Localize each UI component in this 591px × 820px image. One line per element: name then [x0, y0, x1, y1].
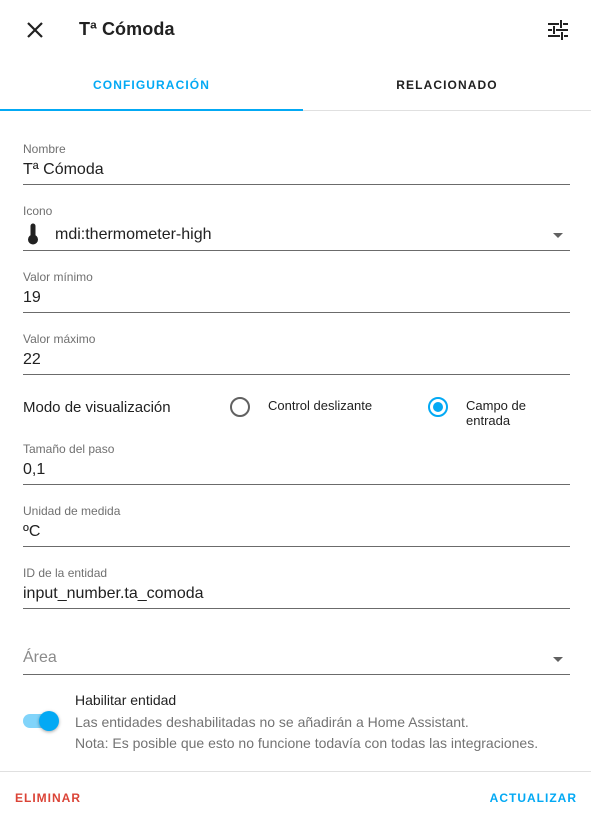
toggle-knob	[39, 711, 59, 731]
entity-id-label: ID de la entidad	[23, 566, 108, 580]
min-value-field[interactable]: Valor mínimo 19	[23, 268, 570, 313]
icon-value: mdi:thermometer-high	[55, 226, 212, 243]
dialog-header: Tª Cómoda	[0, 0, 591, 60]
area-placeholder: Área	[23, 649, 57, 666]
radio-input-field[interactable]	[428, 397, 448, 417]
unit-field[interactable]: Unidad de medida ºC	[23, 502, 570, 547]
unit-label: Unidad de medida	[23, 504, 121, 518]
name-label: Nombre	[23, 142, 66, 156]
step-size-label: Tamaño del paso	[23, 442, 115, 456]
name-value: Tª Cómoda	[23, 161, 104, 178]
dialog-footer: ELIMINAR ACTUALIZAR	[0, 771, 591, 820]
enable-description-line-1: Las entidades deshabilitadas no se añadi…	[75, 714, 469, 730]
display-mode-label: Modo de visualización	[23, 399, 171, 416]
unit-value: ºC	[23, 523, 41, 540]
step-size-value: 0,1	[23, 461, 46, 478]
radio-input-field-label[interactable]: Campo de entrada	[466, 398, 570, 428]
max-value-label: Valor máximo	[23, 332, 96, 346]
display-mode-row: Modo de visualización Control deslizante…	[23, 392, 570, 428]
max-value-value: 22	[23, 351, 41, 368]
area-select[interactable]: Área	[23, 630, 570, 675]
dialog-title: Tª Cómoda	[79, 19, 175, 39]
thermometer-high-icon	[28, 223, 38, 245]
min-value-value: 19	[23, 289, 41, 306]
radio-slider-label[interactable]: Control deslizante	[268, 398, 372, 413]
chevron-down-icon[interactable]	[553, 233, 563, 238]
tab-relacionado[interactable]: RELACIONADO	[303, 60, 591, 110]
radio-slider[interactable]	[230, 397, 250, 417]
tune-icon	[548, 20, 568, 40]
entity-id-value: input_number.ta_comoda	[23, 585, 204, 602]
chevron-down-icon[interactable]	[553, 657, 563, 662]
enable-entity-toggle[interactable]	[23, 711, 59, 731]
enable-entity-title: Habilitar entidad	[75, 692, 177, 708]
min-value-label: Valor mínimo	[23, 270, 93, 284]
enable-entity-description: Las entidades deshabilitadas no se añadi…	[75, 712, 538, 754]
enable-description-line-2: Nota: Es posible que esto no funcione to…	[75, 735, 539, 751]
tab-bar: CONFIGURACIÓN RELACIONADO	[0, 60, 591, 111]
close-button[interactable]	[15, 10, 55, 50]
update-button[interactable]: ACTUALIZAR	[490, 791, 577, 805]
entity-id-field[interactable]: ID de la entidad input_number.ta_comoda	[23, 564, 570, 609]
icon-field[interactable]: Icono mdi:thermometer-high	[23, 202, 570, 251]
name-field[interactable]: Nombre Tª Cómoda	[23, 140, 570, 185]
advanced-settings-button[interactable]	[538, 10, 578, 50]
icon-label: Icono	[23, 204, 53, 218]
max-value-field[interactable]: Valor máximo 22	[23, 330, 570, 375]
tab-configuracion[interactable]: CONFIGURACIÓN	[0, 60, 303, 111]
delete-button[interactable]: ELIMINAR	[15, 791, 81, 805]
close-icon	[27, 22, 43, 38]
step-size-field[interactable]: Tamaño del paso 0,1	[23, 440, 570, 485]
